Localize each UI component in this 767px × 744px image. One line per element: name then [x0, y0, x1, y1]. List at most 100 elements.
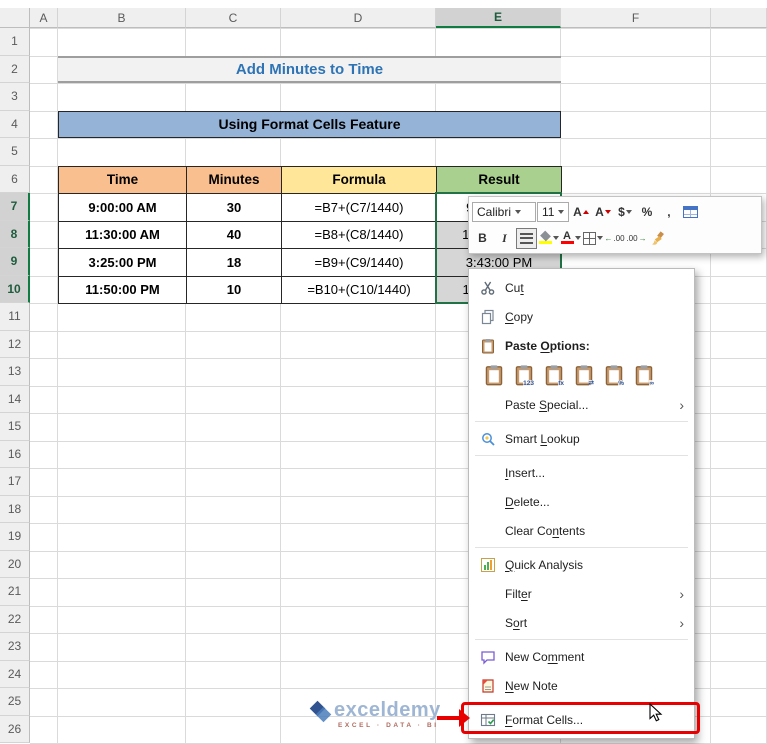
paste-icon[interactable] [481, 363, 506, 388]
annotation-arrow [437, 716, 460, 720]
grow-font-icon[interactable]: A [570, 202, 591, 223]
row-header-15[interactable]: 15 [0, 413, 30, 441]
row-header-6[interactable]: 6 [0, 165, 30, 193]
section-header-banner[interactable]: Using Format Cells Feature [58, 110, 561, 138]
comma-style-icon[interactable]: , [658, 202, 679, 223]
cell-minutes[interactable]: 10 [187, 276, 282, 304]
chevron-down-icon [515, 210, 522, 214]
paste-link-icon[interactable]: ∞ [631, 363, 656, 388]
table-header-minutes[interactable]: Minutes [187, 166, 282, 194]
menu-item-quick-analysis[interactable]: Quick Analysis [469, 550, 694, 579]
borders-icon[interactable] [582, 228, 603, 249]
paste-options-row: 123 fx ⇄% ∞ [469, 360, 694, 390]
column-header-A[interactable]: A [30, 8, 58, 28]
cell-time[interactable]: 9:00:00 AM [59, 194, 187, 222]
copy-icon [479, 309, 497, 325]
menu-item-clear-contents[interactable]: Clear Contents [469, 516, 694, 545]
menu-item-delete[interactable]: Delete... [469, 487, 694, 516]
cell-time[interactable]: 11:30:00 AM [59, 221, 187, 249]
menu-item-new-comment[interactable]: New Comment [469, 642, 694, 671]
menu-item-paste-special[interactable]: Paste Special... › [469, 390, 694, 419]
menu-item-smart-lookup[interactable]: Smart Lookup [469, 424, 694, 453]
column-header-B[interactable]: B [58, 8, 186, 28]
format-painter-icon[interactable] [648, 228, 669, 249]
row-header-8[interactable]: 8 [0, 220, 30, 248]
cell-time[interactable]: 11:50:00 PM [59, 276, 187, 304]
row-header-3[interactable]: 3 [0, 83, 30, 111]
cell-formula[interactable]: =B7+(C7/1440) [282, 194, 437, 222]
font-name-select[interactable]: Calibri [472, 202, 536, 222]
paste-transpose-icon[interactable]: ⇄ [571, 363, 596, 388]
cell-minutes[interactable]: 30 [187, 194, 282, 222]
smart-lookup-icon [479, 431, 497, 447]
italic-icon[interactable]: I [494, 228, 515, 249]
shrink-font-icon[interactable]: A [592, 202, 613, 223]
menu-item-copy[interactable]: Copy [469, 302, 694, 331]
column-header-C[interactable]: C [186, 8, 281, 28]
percent-style-icon[interactable]: % [636, 202, 657, 223]
cell-minutes[interactable]: 18 [187, 249, 282, 277]
paste-formulas-icon-label: fx [558, 379, 564, 387]
row-header-11[interactable]: 11 [0, 303, 30, 331]
select-all-corner[interactable] [0, 8, 30, 28]
menu-item-cut[interactable]: Cut [469, 273, 694, 302]
font-size-select[interactable]: 11 [537, 202, 570, 222]
center-align-icon[interactable] [516, 227, 537, 249]
font-name-select-value: Calibri [477, 205, 512, 219]
format-as-table-icon[interactable] [680, 202, 701, 223]
increase-decimal-icon[interactable]: ← .00 [604, 228, 625, 249]
cell-formula[interactable]: =B9+(C9/1440) [282, 249, 437, 277]
row-header-18[interactable]: 18 [0, 495, 30, 523]
menu-item-format-cells[interactable]: Format Cells... [469, 705, 694, 734]
row-header-1[interactable]: 1 [0, 28, 30, 56]
menu-item-new-note[interactable]: New Note [469, 671, 694, 700]
paste-values-icon[interactable]: 123 [511, 363, 536, 388]
row-header-14[interactable]: 14 [0, 385, 30, 413]
table-header-result[interactable]: Result [437, 166, 562, 194]
row-header-19[interactable]: 19 [0, 523, 30, 551]
row-header-22[interactable]: 22 [0, 605, 30, 633]
row-header-26[interactable]: 26 [0, 715, 30, 743]
cell-minutes[interactable]: 40 [187, 221, 282, 249]
menu-item-insert[interactable]: Insert... [469, 458, 694, 487]
align-center-glyph [520, 232, 533, 244]
cell-time[interactable]: 3:25:00 PM [59, 249, 187, 277]
menu-item-filter[interactable]: Filter › [469, 579, 694, 608]
row-header-5[interactable]: 5 [0, 138, 30, 166]
fill-color-icon[interactable] [538, 228, 559, 249]
row-header-2[interactable]: 2 [0, 55, 30, 83]
column-header-partial[interactable] [711, 8, 767, 28]
column-header-D[interactable]: D [281, 8, 436, 28]
row-header-25[interactable]: 25 [0, 688, 30, 716]
row-header-17[interactable]: 17 [0, 468, 30, 496]
row-header-10[interactable]: 10 [0, 275, 30, 303]
cell-formula[interactable]: =B10+(C10/1440) [282, 276, 437, 304]
row-header-7[interactable]: 7 [0, 193, 30, 221]
decrease-decimal-icon[interactable]: .00 → [626, 228, 647, 249]
row-header-4[interactable]: 4 [0, 110, 30, 138]
row-header-9[interactable]: 9 [0, 248, 30, 276]
menu-item-paste-options[interactable]: Paste Options: [469, 331, 694, 360]
cell-formula[interactable]: =B8+(C8/1440) [282, 221, 437, 249]
paste-formatting-icon[interactable]: % [601, 363, 626, 388]
row-header-23[interactable]: 23 [0, 633, 30, 661]
menu-separator [475, 455, 688, 456]
column-header-F[interactable]: F [561, 8, 711, 28]
row-header-12[interactable]: 12 [0, 330, 30, 358]
scissors-icon [479, 280, 497, 296]
row-header-20[interactable]: 20 [0, 550, 30, 578]
row-header-21[interactable]: 21 [0, 578, 30, 606]
clipboard-icon [479, 338, 497, 354]
font-color-icon[interactable]: A [560, 228, 581, 249]
accounting-format-icon[interactable]: $ [614, 202, 635, 223]
sheet-title-banner[interactable]: Add Minutes to Time [58, 55, 561, 83]
paste-formulas-icon[interactable]: fx [541, 363, 566, 388]
table-header-time[interactable]: Time [59, 166, 187, 194]
row-header-13[interactable]: 13 [0, 358, 30, 386]
row-header-16[interactable]: 16 [0, 440, 30, 468]
bold-icon[interactable]: B [472, 228, 493, 249]
menu-item-sort[interactable]: Sort › [469, 608, 694, 637]
row-header-24[interactable]: 24 [0, 660, 30, 688]
table-header-formula[interactable]: Formula [282, 166, 437, 194]
column-header-E[interactable]: E [436, 8, 561, 28]
